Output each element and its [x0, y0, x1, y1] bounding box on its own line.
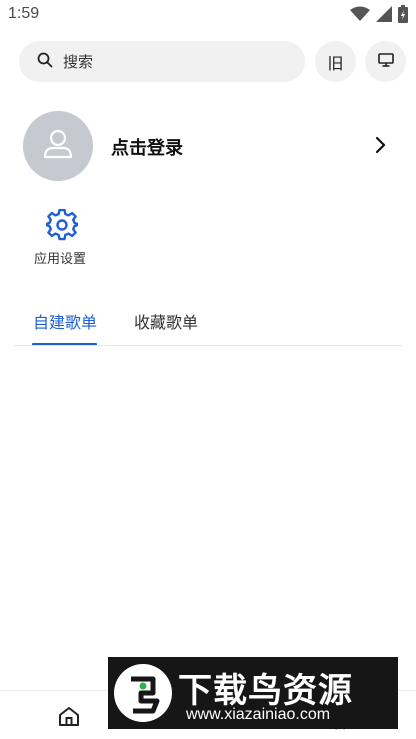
home-icon[interactable] — [58, 706, 80, 730]
status-icons — [350, 5, 408, 23]
login-link[interactable]: 点击登录 — [111, 134, 183, 160]
watermark: 下载鸟资源 www.xiazainiao.com — [108, 657, 398, 729]
search-icon — [37, 52, 53, 72]
history-button[interactable]: 旧 — [315, 41, 356, 82]
search-bar[interactable]: 搜索 — [19, 41, 305, 82]
tab-divider — [14, 345, 402, 346]
app-settings-label: 应用设置 — [34, 252, 87, 267]
status-time: 1:59 — [8, 5, 40, 22]
chevron-right-icon[interactable] — [374, 136, 386, 158]
tv-button[interactable] — [365, 41, 406, 82]
tab-created-playlists[interactable]: 自建歌单 — [33, 309, 97, 333]
app-settings-button[interactable]: 应用设置 — [26, 207, 98, 269]
status-bar: 1:59 — [0, 0, 416, 30]
watermark-title: 下载鸟资源 — [178, 671, 353, 711]
user-icon — [42, 129, 74, 163]
avatar[interactable] — [23, 111, 93, 181]
bird-logo-icon — [114, 664, 172, 722]
tv-icon — [377, 52, 394, 71]
watermark-url: www.xiazainiao.com — [186, 706, 331, 723]
history-button-label: 旧 — [327, 53, 344, 73]
signal-icon — [376, 6, 392, 22]
wifi-icon — [350, 6, 370, 22]
battery-charging-icon — [398, 5, 408, 23]
search-placeholder: 搜索 — [63, 53, 94, 71]
tab-favorite-playlists[interactable]: 收藏歌单 — [134, 309, 198, 333]
